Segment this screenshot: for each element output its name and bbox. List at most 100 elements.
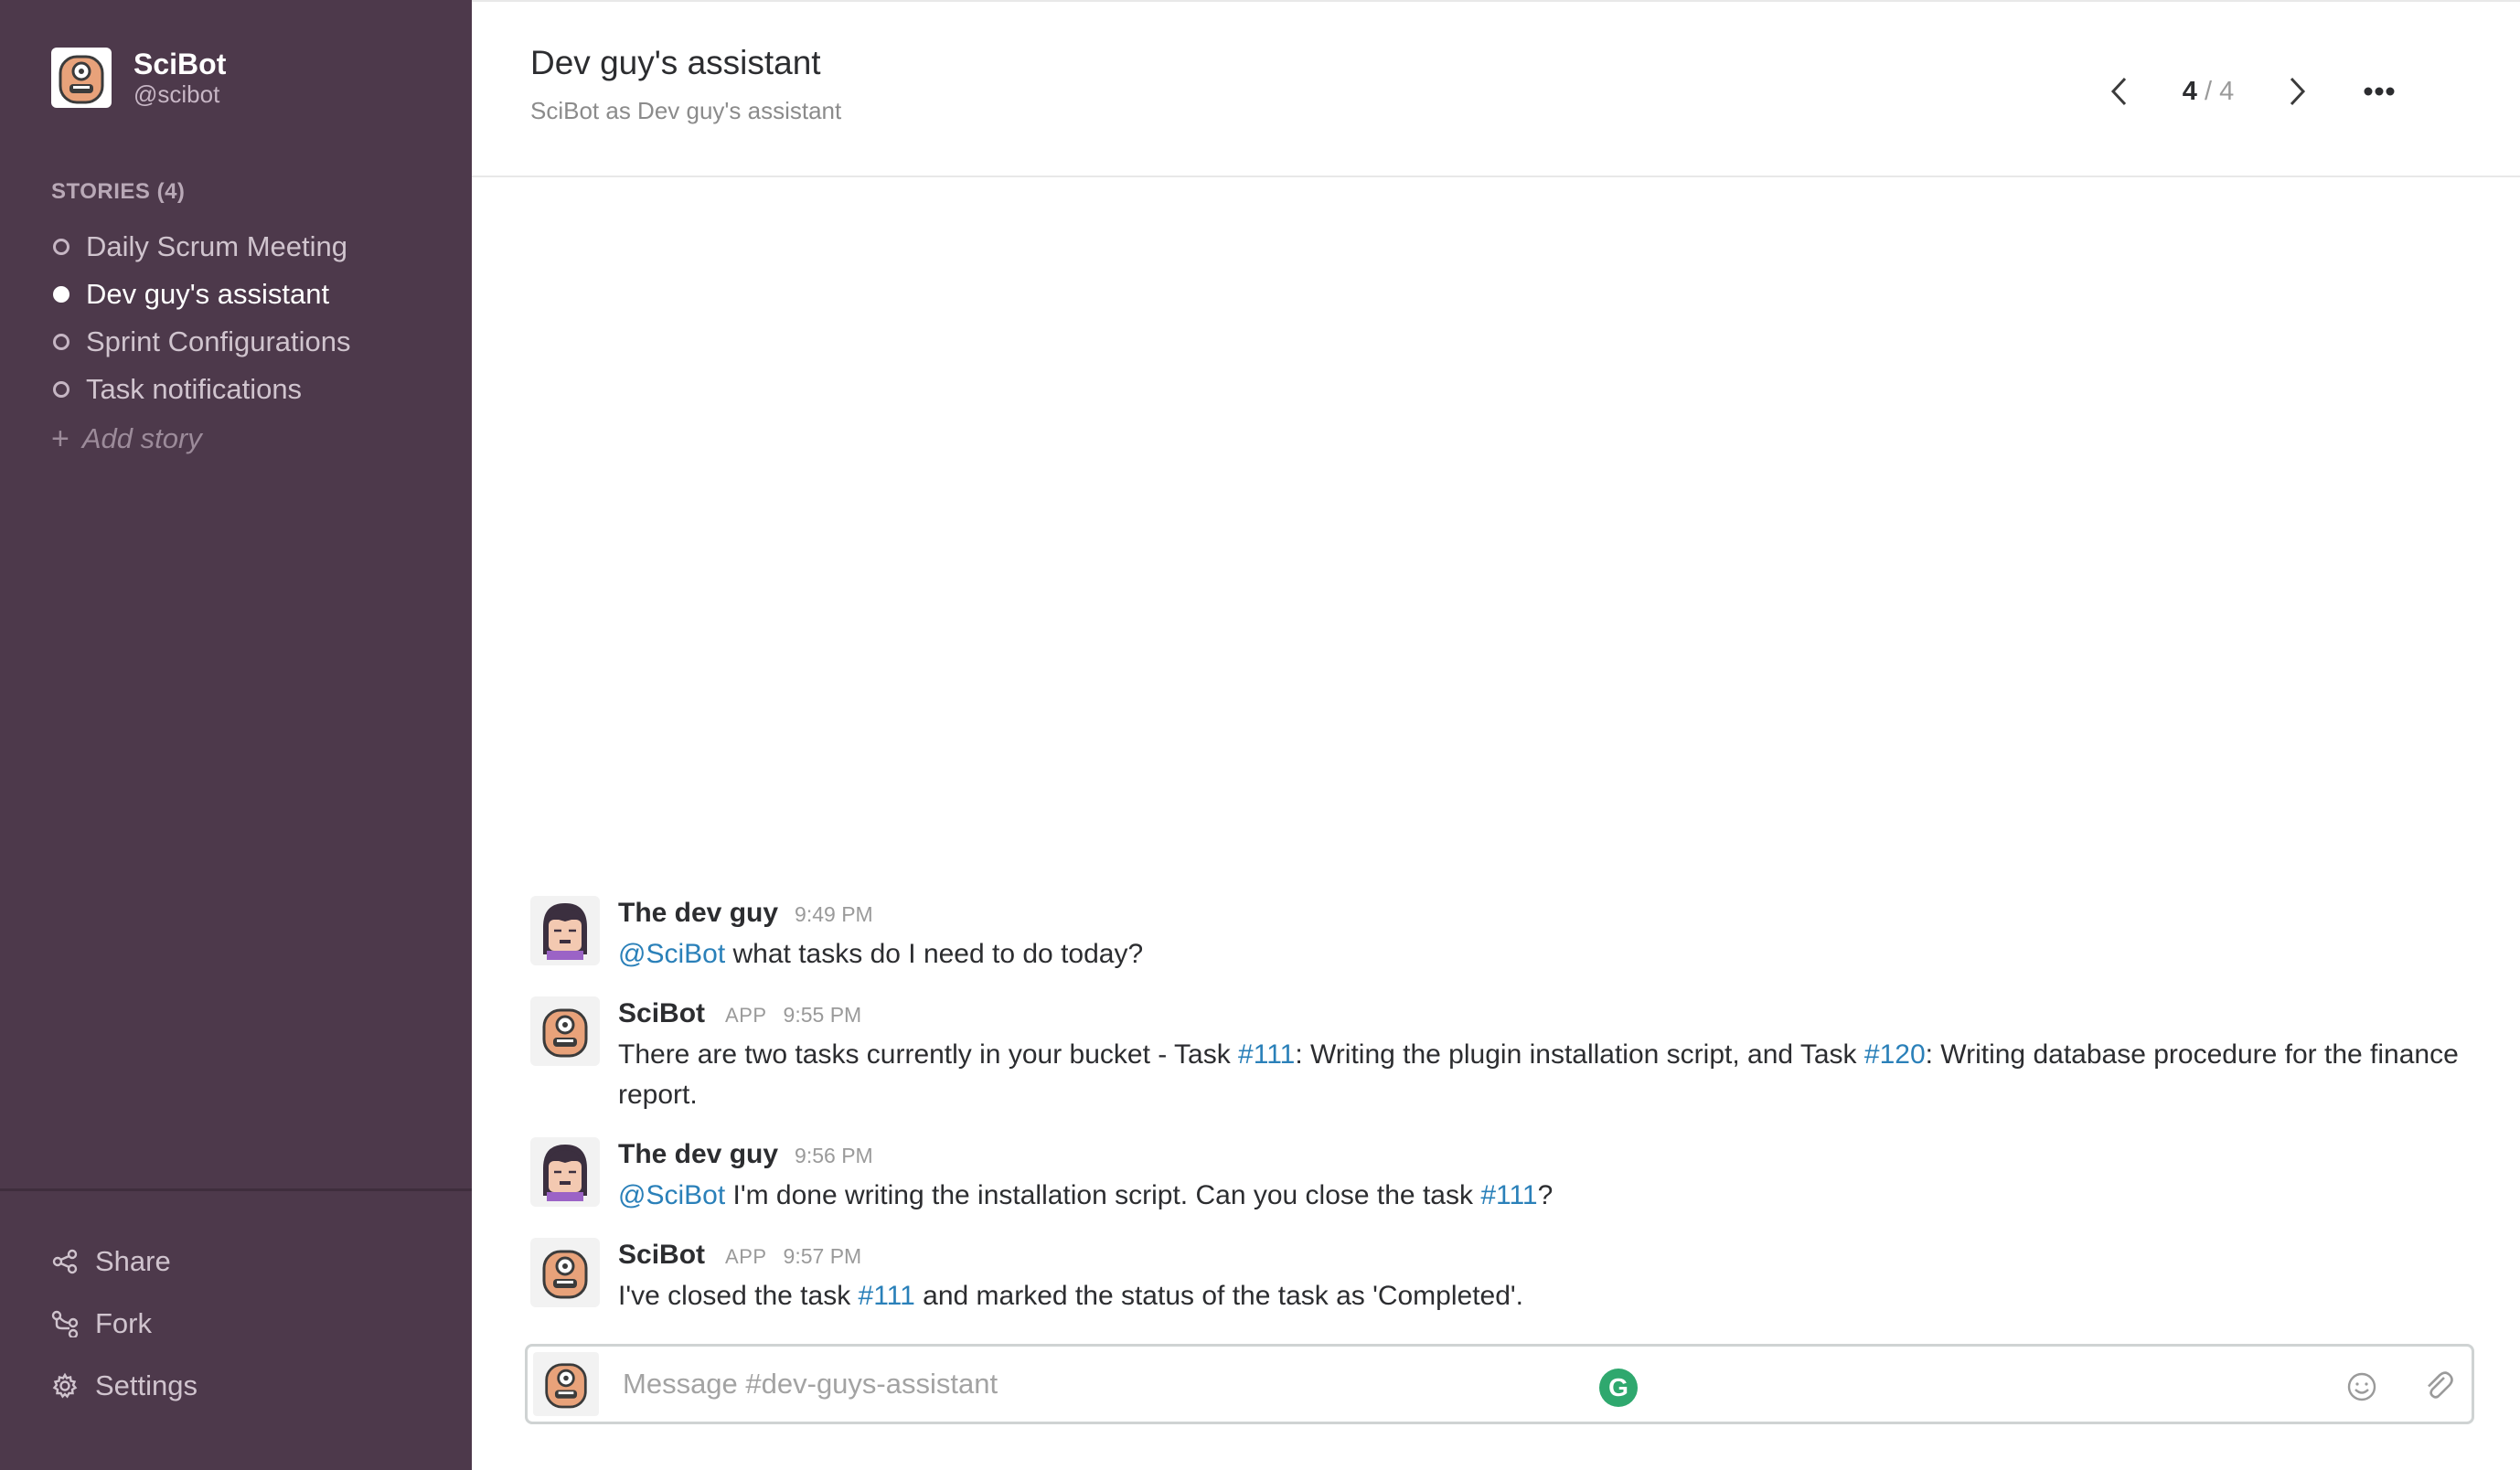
sidebar-footer-nav: Share Fork Settings xyxy=(51,1230,198,1417)
app-badge: APP xyxy=(725,1245,767,1268)
add-story-label: Add story xyxy=(81,422,202,454)
message-item: SciBot APP 9:55 PM There are two tasks c… xyxy=(530,996,2478,1137)
smiley-icon xyxy=(2347,1372,2376,1401)
user-avatar xyxy=(530,896,600,965)
message-text: I've closed the task #111 and marked the… xyxy=(618,1276,2478,1316)
story-item-dev-guys-assistant[interactable]: Dev guy's assistant xyxy=(53,271,351,318)
emoji-button[interactable] xyxy=(2345,1370,2378,1403)
share-button[interactable]: Share xyxy=(51,1230,198,1293)
message-timestamp: 9:56 PM xyxy=(795,1144,873,1167)
brand: SciBot @scibot xyxy=(51,48,226,108)
bot-avatar xyxy=(530,996,600,1066)
more-options-button[interactable] xyxy=(2352,73,2407,110)
story-label: Dev guy's assistant xyxy=(86,278,330,310)
story-pager: 4 / 4 xyxy=(2099,66,2317,117)
story-item-task-notifications[interactable]: Task notifications xyxy=(53,366,351,413)
story-list: Daily Scrum Meeting Dev guy's assistant … xyxy=(51,223,351,464)
message-author[interactable]: SciBot xyxy=(618,1240,705,1271)
message-timestamp: 9:57 PM xyxy=(783,1244,862,1268)
story-label: Sprint Configurations xyxy=(86,325,351,357)
app-badge: APP xyxy=(725,1004,767,1027)
mention-link[interactable]: @SciBot xyxy=(618,1180,725,1210)
message-text-part: : Writing the plugin installation script… xyxy=(1295,1039,1864,1070)
message-text-part: what tasks do I need to do today? xyxy=(725,939,1144,969)
bot-name: SciBot xyxy=(133,48,227,80)
message-author[interactable]: The dev guy xyxy=(618,898,778,929)
plus-icon: + xyxy=(51,421,69,456)
message-timestamp: 9:55 PM xyxy=(783,1003,862,1027)
pager-count: 4 / 4 xyxy=(2140,77,2277,107)
attach-button[interactable] xyxy=(2420,1367,2457,1403)
message-text: @SciBot what tasks do I need to do today… xyxy=(618,934,2478,975)
message-timestamp: 9:49 PM xyxy=(795,902,873,926)
message-item: The dev guy 9:56 PM @SciBot I'm done wri… xyxy=(530,1137,2478,1238)
message-text: @SciBot I'm done writing the installatio… xyxy=(618,1176,2478,1216)
message-input[interactable] xyxy=(621,1356,2362,1412)
robot-avatar-icon xyxy=(545,1363,587,1409)
message-text-part: There are two tasks currently in your bu… xyxy=(618,1039,1239,1070)
page-title: Dev guy's assistant xyxy=(530,44,821,81)
chevron-left-icon xyxy=(2110,77,2127,106)
ellipsis-icon xyxy=(2364,87,2395,96)
message-meta: SciBot APP 9:57 PM xyxy=(618,1238,2478,1276)
circle-icon xyxy=(53,381,69,398)
story-header: Dev guy's assistant SciBot as Dev guy's … xyxy=(472,0,2520,177)
robot-avatar-icon xyxy=(542,1250,588,1299)
fork-button[interactable]: Fork xyxy=(51,1293,198,1355)
page-subtitle: SciBot as Dev guy's assistant xyxy=(530,97,842,124)
next-button[interactable] xyxy=(2277,66,2317,117)
circle-icon xyxy=(53,334,69,350)
sidebar-divider xyxy=(0,1188,472,1191)
pager-current: 4 xyxy=(2182,76,2197,106)
bot-avatar xyxy=(51,48,112,108)
settings-label: Settings xyxy=(95,1369,198,1401)
robot-avatar-icon xyxy=(59,55,104,104)
settings-button[interactable]: Settings xyxy=(51,1355,198,1417)
paperclip-icon xyxy=(2428,1371,2453,1399)
message-text-part: and marked the status of the task as 'Co… xyxy=(914,1281,1523,1311)
message-text-part: I'm done writing the installation script… xyxy=(725,1180,1481,1210)
story-label: Daily Scrum Meeting xyxy=(86,230,347,262)
fork-icon xyxy=(51,1310,79,1337)
chevron-right-icon xyxy=(2290,77,2306,106)
message-composer: G xyxy=(525,1344,2474,1424)
message-item: SciBot APP 9:57 PM I've closed the task … xyxy=(530,1238,2478,1329)
bot-handle: @scibot xyxy=(133,80,220,108)
message-list: The dev guy 9:49 PM @SciBot what tasks d… xyxy=(530,896,2478,1329)
stories-heading: STORIES (4) xyxy=(51,179,186,204)
message-item: The dev guy 9:49 PM @SciBot what tasks d… xyxy=(530,896,2478,996)
share-icon xyxy=(52,1249,78,1274)
message-author[interactable]: SciBot xyxy=(618,998,705,1029)
message-text-part: ? xyxy=(1537,1180,1554,1210)
message-meta: SciBot APP 9:55 PM xyxy=(618,996,2478,1035)
message-text: There are two tasks currently in your bu… xyxy=(618,1035,2478,1115)
task-link[interactable]: #111 xyxy=(859,1281,915,1311)
pager-total: / 4 xyxy=(2196,76,2235,106)
task-link[interactable]: #111 xyxy=(1480,1180,1537,1210)
circle-icon xyxy=(53,286,69,303)
user-avatar xyxy=(530,1137,600,1207)
message-author[interactable]: The dev guy xyxy=(618,1139,778,1170)
fork-label: Fork xyxy=(95,1307,152,1339)
grammarly-icon[interactable]: G xyxy=(1599,1369,1638,1407)
task-link[interactable]: #111 xyxy=(1238,1039,1295,1070)
bot-avatar xyxy=(533,1352,599,1416)
mention-link[interactable]: @SciBot xyxy=(618,939,725,969)
add-story-button[interactable]: + Add story xyxy=(51,413,351,464)
dev-guy-avatar-icon xyxy=(543,903,587,960)
dev-guy-avatar-icon xyxy=(543,1145,587,1201)
message-meta: The dev guy 9:56 PM xyxy=(618,1137,2478,1176)
sidebar: SciBot @scibot STORIES (4) Daily Scrum M… xyxy=(0,0,472,1470)
gear-icon xyxy=(52,1372,78,1399)
message-text-part: I've closed the task xyxy=(618,1281,859,1311)
story-item-daily-scrum-meeting[interactable]: Daily Scrum Meeting xyxy=(53,223,351,271)
share-label: Share xyxy=(95,1245,171,1277)
story-label: Task notifications xyxy=(86,373,303,405)
task-link[interactable]: #120 xyxy=(1864,1039,1926,1070)
previous-button[interactable] xyxy=(2099,66,2140,117)
bot-avatar xyxy=(530,1238,600,1307)
story-item-sprint-configurations[interactable]: Sprint Configurations xyxy=(53,318,351,366)
robot-avatar-icon xyxy=(542,1008,588,1058)
circle-icon xyxy=(53,239,69,255)
message-meta: The dev guy 9:49 PM xyxy=(618,896,2478,934)
